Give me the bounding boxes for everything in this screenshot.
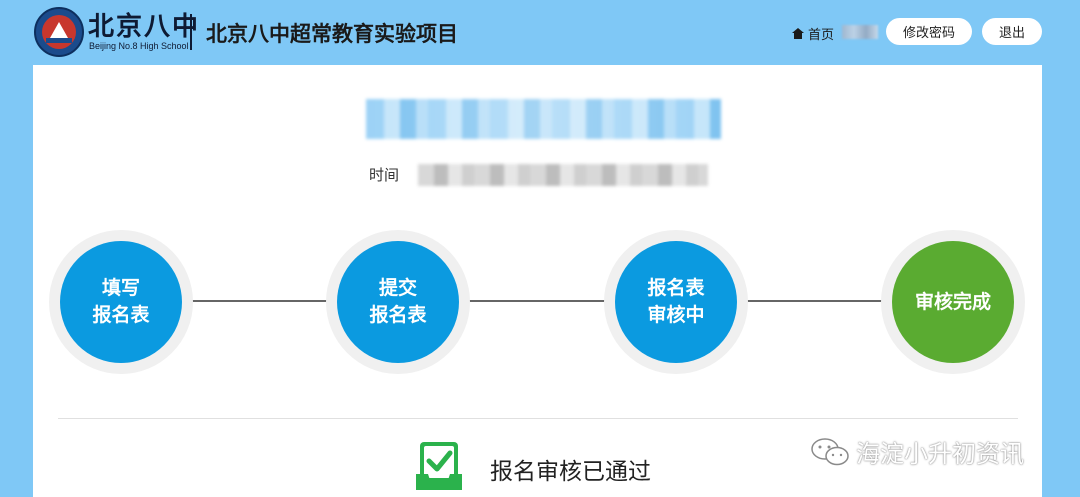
wechat-icon [811,437,849,465]
home-label: 首页 [808,28,835,43]
step-submit-form: 提交 报名表 [326,230,470,374]
step-label: 提交 报名表 [369,277,427,326]
school-logo [34,7,84,57]
school-name-cn: 北京八中 [88,12,201,42]
project-title: 北京八中超常教育实验项目 [206,22,458,46]
watermark-text: 海淀小升初资讯 [856,440,1024,468]
step-circle: 填写 报名表 [60,241,182,363]
review-status-text: 报名审核已通过 [490,459,651,485]
step-circle: 提交 报名表 [337,241,459,363]
step-connector [747,300,883,302]
divider [58,418,1018,419]
step-connector [469,300,605,302]
step-label: 审核完成 [914,290,991,313]
time-label: 时间 [369,166,400,184]
step-under-review: 报名表 审核中 [604,230,748,374]
username-redacted [842,25,878,39]
step-label: 填写 报名表 [92,277,150,326]
top-header: 北京八中 Beijing No.8 High School 北京八中超常教育实验… [0,0,1080,65]
step-fill-form: 填写 报名表 [49,230,193,374]
home-icon [792,28,804,39]
step-review-complete: 审核完成 [881,230,1025,374]
logout-button[interactable]: 退出 [982,18,1042,45]
application-title-redacted [366,99,721,139]
step-circle: 报名表 审核中 [615,241,737,363]
home-link[interactable]: 首页 [792,24,834,43]
step-label: 报名表 审核中 [647,277,705,326]
step-circle: 审核完成 [892,241,1014,363]
school-name-en: Beijing No.8 High School [89,41,189,51]
approved-check-icon [416,442,462,490]
time-value-redacted [418,164,708,186]
step-connector [191,300,327,302]
change-password-button[interactable]: 修改密码 [886,18,972,45]
watermark: 海淀小升初资讯 [810,434,1024,469]
header-divider [190,14,192,50]
